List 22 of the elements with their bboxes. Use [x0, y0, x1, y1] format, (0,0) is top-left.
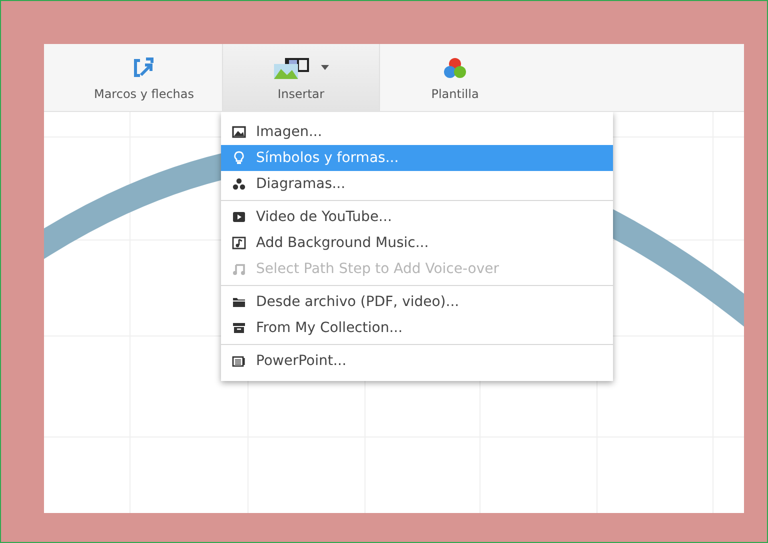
menu-item[interactable]: Diagramas... [221, 171, 613, 197]
music-note-icon [232, 236, 246, 250]
menu-item[interactable]: PowerPoint... [221, 348, 613, 374]
toolbar-button[interactable]: Plantilla [380, 44, 530, 111]
menu-item[interactable]: Desde archivo (PDF, video)... [221, 289, 613, 315]
play-icon [232, 210, 246, 224]
caret-icon [321, 65, 329, 70]
menu-item[interactable]: Add Background Music... [221, 230, 613, 256]
menu-item[interactable]: From My Collection... [221, 315, 613, 341]
archive-icon [232, 321, 246, 335]
color-circles-icon [443, 56, 467, 78]
image-icon [232, 125, 246, 139]
menu-item[interactable]: Imagen... [221, 119, 613, 145]
toolbar-button[interactable]: Insertar [222, 44, 380, 111]
slides-icon [232, 354, 246, 368]
three-dots-icon [232, 177, 246, 191]
menu-item[interactable]: Video de YouTube... [221, 204, 613, 230]
frame-arrow-icon [132, 56, 156, 78]
double-note-icon [232, 262, 246, 276]
lightbulb-icon [232, 151, 246, 165]
folder-icon [232, 295, 246, 309]
toolbar-button[interactable]: Marcos y flechas [66, 44, 222, 111]
